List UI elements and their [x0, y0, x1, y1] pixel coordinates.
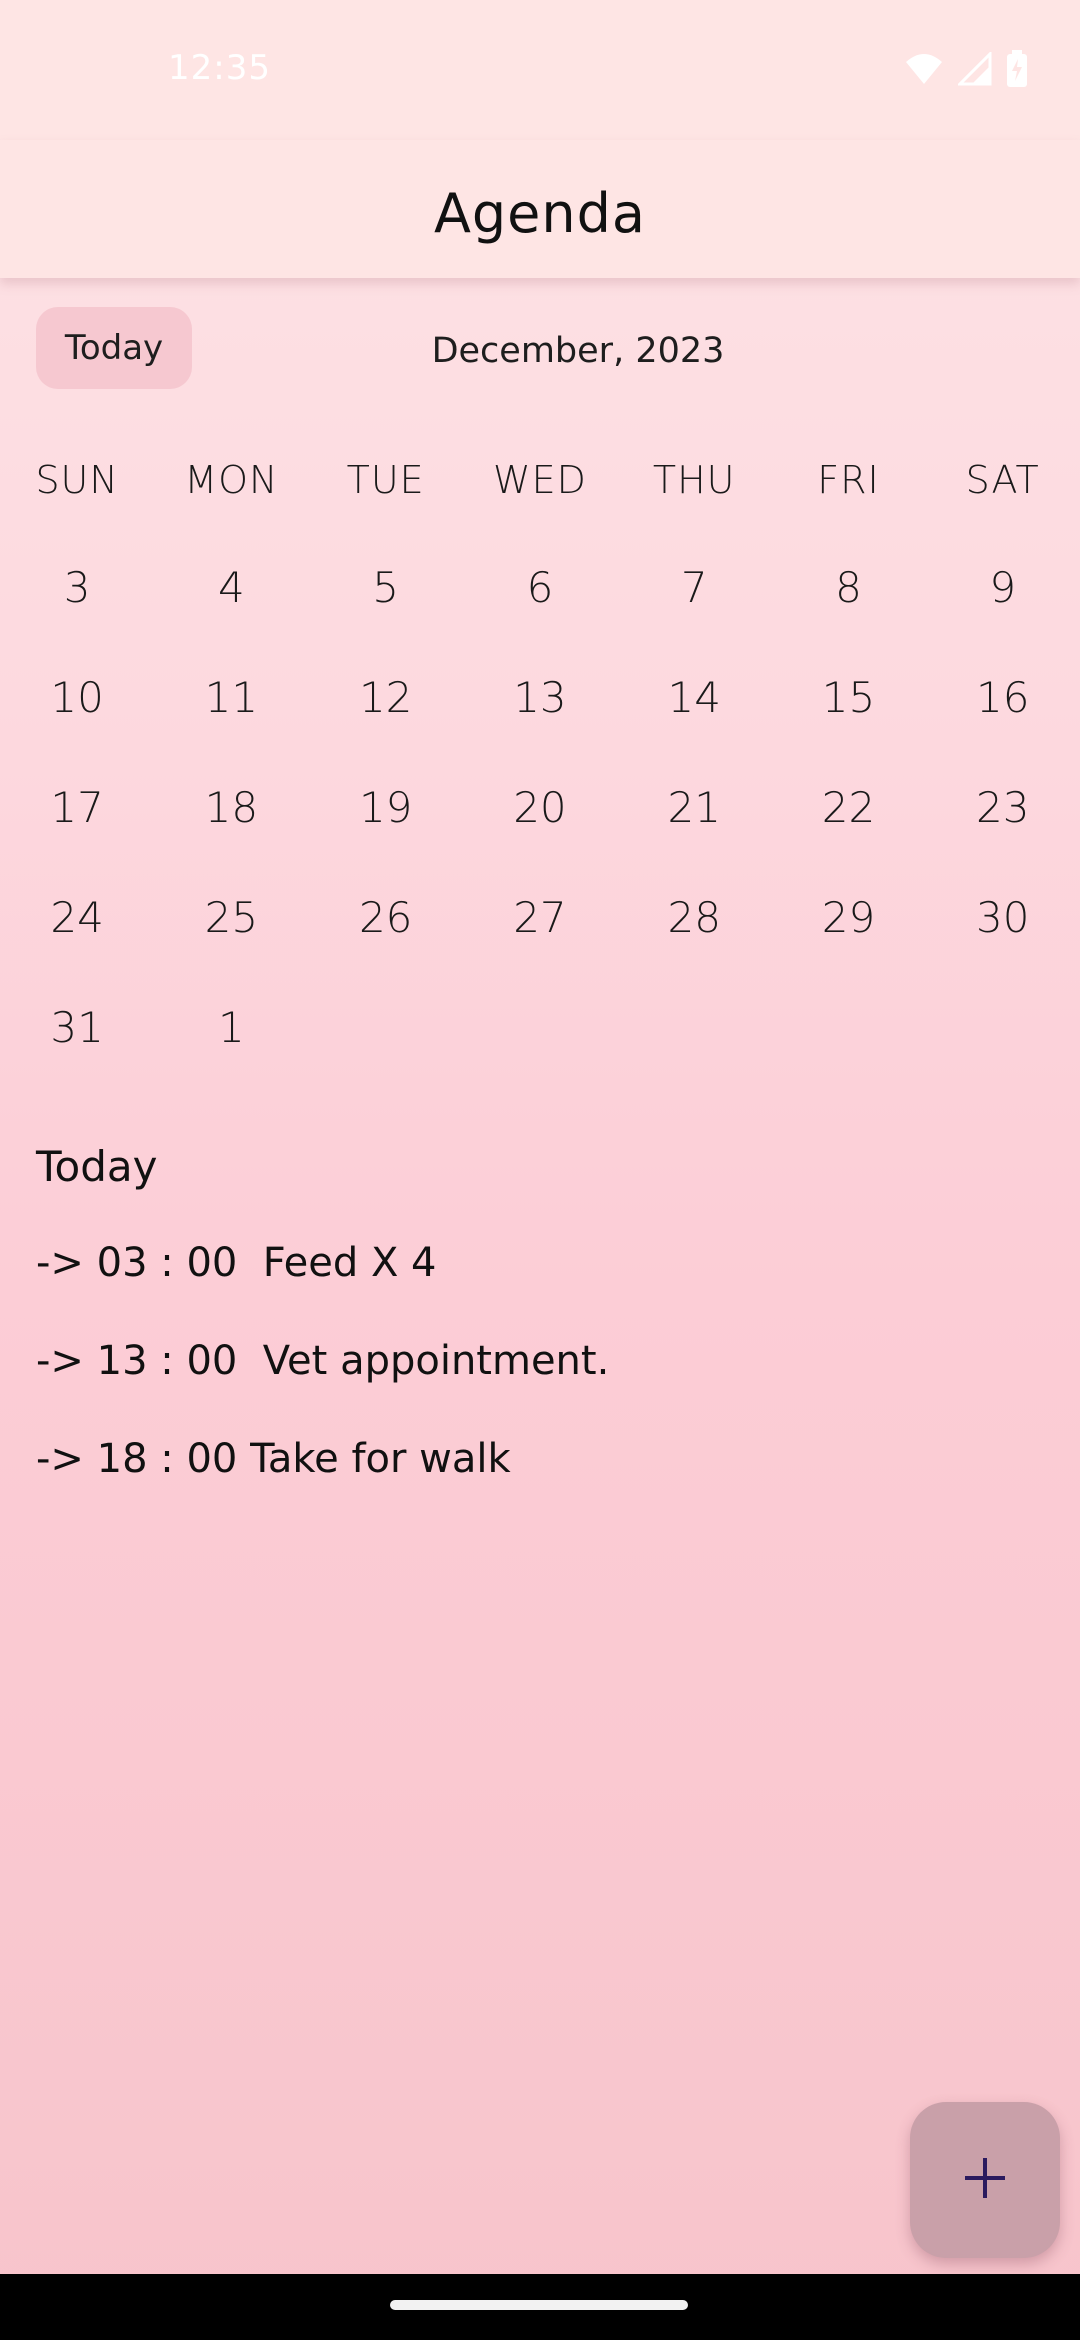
calendar-day[interactable]: 27 [463, 893, 617, 942]
calendar-day[interactable]: 17 [0, 783, 154, 832]
agenda-item[interactable]: -> 18 : 00 Take for walk [36, 1436, 609, 1534]
calendar-day[interactable]: 23 [926, 783, 1080, 832]
calendar-day[interactable]: 7 [617, 563, 771, 612]
weekday-label: SUN [35, 458, 119, 502]
weekday-header-row: SUN MON TUE WED THU FRI SAT [0, 440, 1080, 520]
home-indicator[interactable] [390, 2300, 688, 2310]
calendar-day[interactable]: 24 [0, 893, 154, 942]
wifi-icon [904, 52, 944, 90]
weekday-label: THU [652, 458, 736, 502]
calendar-day[interactable]: 8 [771, 563, 925, 612]
month-label: December, 2023 [431, 331, 725, 371]
calendar-day[interactable]: 30 [926, 893, 1080, 942]
calendar-day[interactable]: 6 [463, 563, 617, 612]
calendar-day[interactable]: 29 [771, 893, 925, 942]
plus-icon [963, 2156, 1007, 2204]
calendar-day[interactable]: 22 [771, 783, 925, 832]
calendar-day[interactable]: 12 [309, 673, 463, 722]
calendar-day[interactable]: 10 [0, 673, 154, 722]
calendar-day[interactable]: 14 [617, 673, 771, 722]
calendar-week-row: 3456789 [0, 532, 1080, 642]
weekday-label: FRI [817, 458, 880, 502]
app-bar: Agenda [0, 140, 1080, 278]
calendar-day[interactable]: 1 [154, 1003, 308, 1052]
calendar-day[interactable]: 4 [154, 563, 308, 612]
calendar-day[interactable]: 3 [0, 563, 154, 612]
agenda-list: -> 03 : 00 Feed X 4 -> 13 : 00 Vet appoi… [36, 1240, 609, 1534]
calendar-day[interactable]: 31 [0, 1003, 154, 1052]
calendar-grid: SUN MON TUE WED THU FRI SAT 3 4 5 6 7 8 9 10 11 1… [0, 440, 1080, 1082]
calendar-week-row: 31 1 [0, 972, 1080, 1082]
calendar-day[interactable]: 26 [309, 893, 463, 942]
calendar-day[interactable]: 18 [154, 783, 308, 832]
calendar-day[interactable]: 5 [309, 563, 463, 612]
calendar-day[interactable]: 21 [617, 783, 771, 832]
calendar-week-row: 24 25 26 27 28 29 30 [0, 862, 1080, 972]
calendar-day[interactable]: 28 [617, 893, 771, 942]
calendar-day[interactable]: 13 [463, 673, 617, 722]
calendar-day[interactable]: 19 [309, 783, 463, 832]
status-time: 12:35 [168, 48, 271, 88]
weekday-label: WED [493, 458, 587, 502]
calendar-day[interactable]: 15 [771, 673, 925, 722]
calendar-day[interactable]: 25 [154, 893, 308, 942]
today-button[interactable]: Today [36, 307, 192, 389]
agenda-item[interactable]: -> 13 : 00 Vet appointment. [36, 1338, 609, 1436]
weekday-label: TUE [346, 458, 425, 502]
calendar-weeks: 3 4 5 6 7 8 9 10 11 12 13 14 15 16 17 18 19 20 21 22 23 24 25 2… [0, 532, 1080, 1082]
cellular-signal-icon [956, 50, 992, 90]
add-event-button[interactable] [910, 2102, 1060, 2258]
agenda-heading: Today [36, 1142, 158, 1191]
calendar-week-row: 17 18 19 20 21 22 23 [0, 752, 1080, 862]
status-bar: 12:35 [0, 0, 1080, 140]
weekday-label: MON [184, 458, 279, 502]
page-title: Agenda [433, 182, 647, 245]
status-icons [904, 50, 1028, 92]
navigation-bar [0, 2274, 1080, 2340]
calendar-day[interactable]: 9 [926, 563, 1080, 612]
calendar-day[interactable]: 20 [463, 783, 617, 832]
calendar-day[interactable]: 11 [154, 673, 308, 722]
calendar-week-row: 10 11 12 13 14 15 16 [0, 642, 1080, 752]
weekday-label: SAT [965, 458, 1040, 502]
battery-charging-icon [1006, 50, 1028, 92]
calendar-day[interactable]: 16 [926, 673, 1080, 722]
agenda-item[interactable]: -> 03 : 00 Feed X 4 [36, 1240, 609, 1338]
